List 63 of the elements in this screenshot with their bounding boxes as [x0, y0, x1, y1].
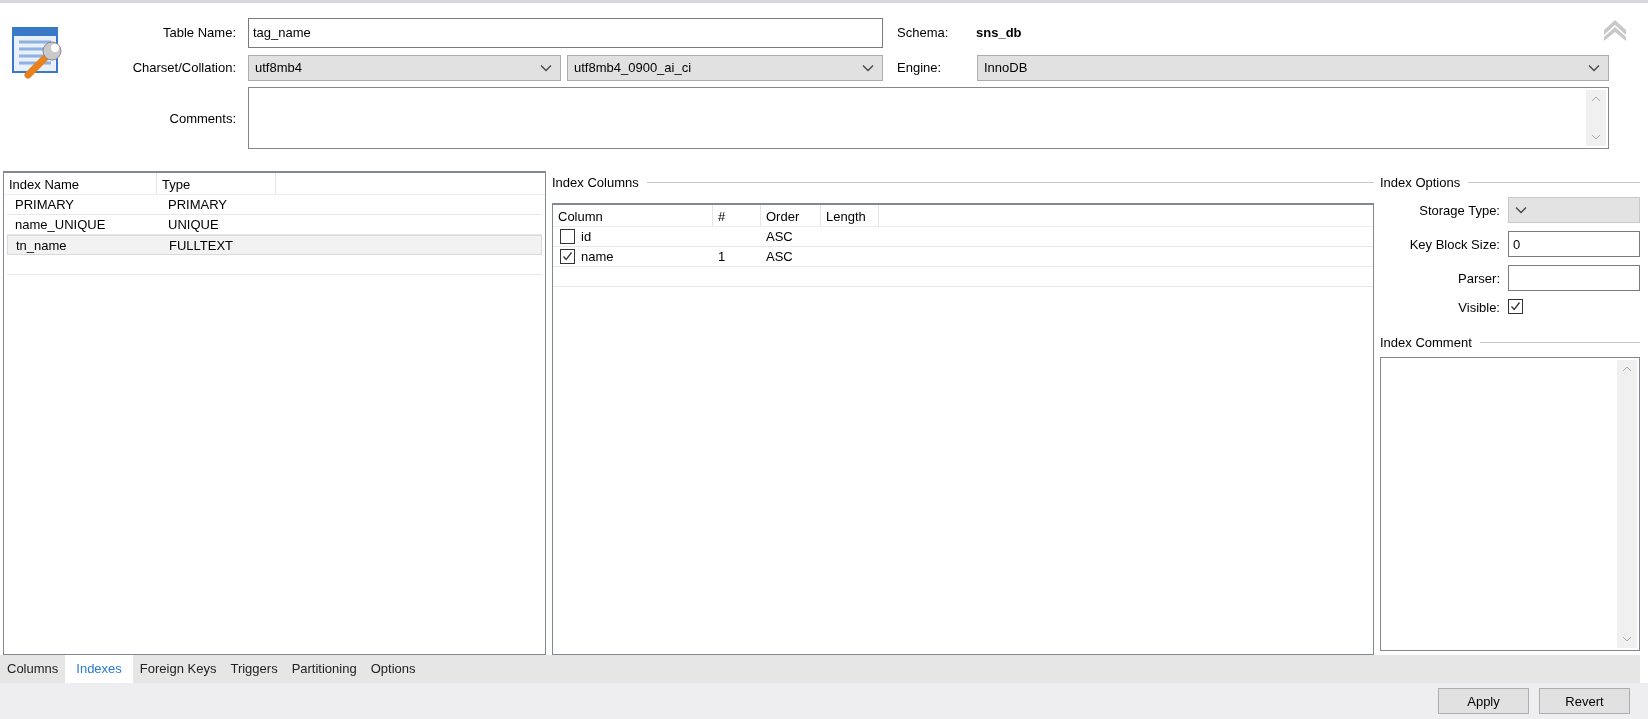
chevron-down-icon — [540, 63, 552, 72]
group-title: Index Columns — [552, 171, 1374, 193]
key-block-size-field[interactable]: 0 — [1508, 231, 1640, 257]
checkbox[interactable] — [560, 249, 575, 264]
column-header[interactable]: # — [713, 205, 761, 226]
tab[interactable]: Foreign Keys — [132, 655, 224, 683]
field-label: Comments: — [168, 110, 237, 126]
scrollbar[interactable] — [1617, 360, 1637, 648]
field-label: Key Block Size: — [1408, 236, 1500, 252]
scroll-up-icon[interactable] — [1622, 366, 1632, 372]
table-name-field[interactable]: tag_name — [248, 17, 883, 48]
collapse-icon[interactable] — [1602, 18, 1628, 42]
scrollbar[interactable] — [1586, 90, 1606, 146]
column-header[interactable]: Order — [761, 205, 821, 226]
table-cell-text: ASC — [765, 249, 793, 264]
group-title: Index Comment — [1380, 331, 1640, 353]
index-comment-field[interactable] — [1380, 357, 1640, 651]
field-label: Schema: — [896, 25, 950, 40]
table-cell-text: FULLTEXT — [168, 237, 235, 253]
table-cell-text: ASC — [765, 229, 793, 244]
table-cell-text: PRIMARY — [167, 197, 228, 212]
chevron-down-icon — [1588, 63, 1600, 72]
table-row[interactable]: tn_name FULLTEXT — [7, 235, 542, 255]
table-row[interactable]: PRIMARY PRIMARY — [7, 195, 542, 215]
column-header[interactable]: Length — [821, 205, 879, 226]
tab[interactable]: Triggers — [223, 655, 285, 683]
scroll-down-icon[interactable] — [1622, 636, 1632, 642]
column-header[interactable]: Type — [157, 173, 276, 194]
field-label: Storage Type: — [1418, 202, 1500, 218]
field-label: Visible: — [1457, 299, 1500, 315]
tab[interactable]: Columns — [0, 655, 66, 683]
action-button[interactable]: Revert — [1539, 688, 1630, 714]
collation-dropdown[interactable]: utf8mb4_0900_ai_ci — [567, 54, 883, 81]
table-cell: id — [581, 229, 592, 244]
charset-dropdown[interactable]: utf8mb4 — [248, 54, 561, 81]
table-cell-text: PRIMARY — [14, 197, 75, 212]
storage-type-dropdown[interactable] — [1508, 197, 1640, 223]
schema-name: sns_db — [976, 25, 1023, 40]
scroll-down-icon[interactable] — [1591, 134, 1601, 140]
engine-dropdown[interactable]: InnoDB — [977, 54, 1609, 81]
checkbox[interactable] — [1508, 299, 1523, 314]
comments-field[interactable] — [248, 87, 1609, 149]
checkbox[interactable] — [560, 229, 575, 244]
field-label: Charset/Collation: — [131, 60, 237, 75]
tab[interactable]: Indexes — [65, 655, 133, 683]
column-header[interactable]: Index Name — [4, 173, 157, 194]
field-label: Parser: — [1457, 270, 1500, 286]
table-cell-text: name_UNIQUE — [14, 217, 107, 232]
parser-field[interactable] — [1508, 265, 1640, 291]
chevron-down-icon — [1515, 206, 1527, 214]
field-label: Table Name: — [162, 25, 237, 40]
column-header[interactable]: Column — [553, 205, 713, 226]
chevron-down-icon — [862, 63, 874, 72]
group-title: Index Options — [1380, 171, 1640, 193]
table-cell: name — [581, 249, 614, 264]
table-cell: 1 — [718, 249, 726, 264]
tab[interactable]: Partitioning — [284, 655, 364, 683]
field-label: Engine: — [896, 60, 943, 75]
action-button[interactable]: Apply — [1438, 688, 1529, 714]
table-cell-text: UNIQUE — [167, 217, 220, 232]
table-cell-text: tn_name — [15, 237, 68, 253]
scroll-up-icon[interactable] — [1591, 96, 1601, 102]
tab[interactable]: Options — [363, 655, 423, 683]
